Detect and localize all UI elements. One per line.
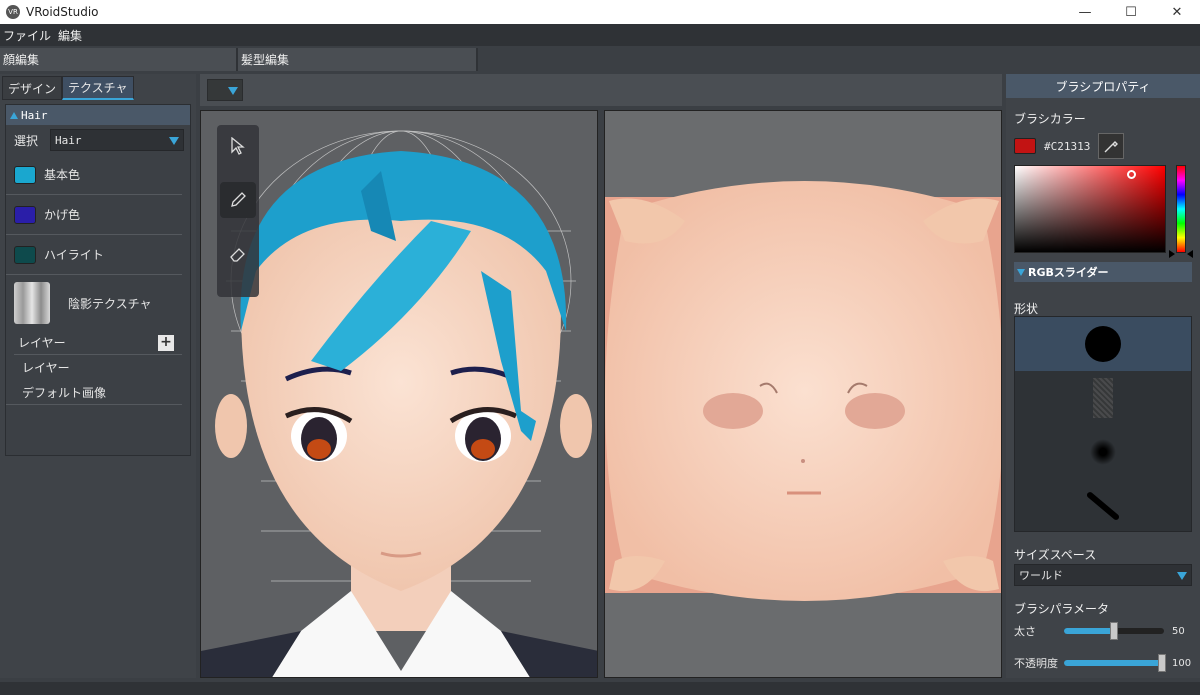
thickness-param-row: 太さ 50 [1014,622,1194,640]
highlight-color-label: ハイライト [44,248,104,262]
status-bar [0,682,1200,695]
thickness-label: 太さ [1014,625,1036,638]
hue-marker-right [1187,250,1193,258]
brush-properties-header: ブラシプロパティ [1006,74,1200,98]
base-color-swatch[interactable] [14,165,36,184]
soft-brush-icon [1090,439,1116,465]
layers-header: レイヤー + [14,331,182,355]
select-row: 選択 Hair [6,125,190,155]
shadow-texture-label: 陰影テクスチャ [68,296,152,311]
title-bar: VR VRoidStudio — ☐ ✕ [0,0,1200,24]
add-layer-button[interactable]: + [158,334,174,351]
thickness-slider-handle[interactable] [1110,622,1118,640]
minimize-icon[interactable]: — [1062,0,1108,24]
left-panel: デザイン テクスチャ Hair 選択 Hair 基本色 かげ色 ハイライト 陰影… [0,74,196,678]
size-space-label: サイズスペース [1014,548,1097,562]
layers-label: レイヤー [18,336,66,350]
line-brush-icon [1085,490,1121,522]
shadow-color-row[interactable]: かげ色 [6,195,182,235]
opacity-value: 100 [1172,657,1192,669]
sub-tabs: デザイン テクスチャ [2,76,196,100]
3d-viewport[interactable] [200,110,598,678]
rgb-slider-label: RGBスライダー [1028,266,1109,279]
menu-bar: ファイル 編集 [0,24,1200,46]
noise-brush-icon [1093,378,1113,418]
material-select-value: Hair [55,133,82,147]
layer-item-default-image[interactable]: デフォルト画像 [6,380,182,405]
eraser-icon[interactable] [220,236,256,272]
brush-color-row: #C21313 [1006,133,1200,159]
hair-header-label: Hair [21,108,48,122]
uv-texture-canvas[interactable] [605,111,1002,678]
opacity-slider[interactable] [1064,654,1166,672]
hue-marker-left [1169,250,1175,258]
layer-item[interactable]: レイヤー [6,355,190,380]
shadow-color-swatch[interactable] [14,205,36,224]
chevron-down-icon [1177,572,1187,580]
tab-design[interactable]: デザイン [2,76,63,100]
saturation-value-picker[interactable] [1014,165,1166,253]
shape-label: 形状 [1014,302,1039,316]
window-title: VRoidStudio [26,5,99,19]
select-icon[interactable] [220,128,256,164]
brush-color-hex[interactable]: #C21313 [1044,140,1090,153]
window-controls: — ☐ ✕ [1062,0,1200,24]
brush-shape-line[interactable] [1015,479,1191,533]
viewport-toolbar [200,74,1002,106]
size-space-value: ワールド [1019,569,1063,582]
color-picker-cursor[interactable] [1127,170,1136,179]
base-color-row[interactable]: 基本色 [6,155,182,195]
chevron-down-icon [228,87,238,95]
texture-view[interactable] [604,110,1002,678]
menu-file[interactable]: ファイル [0,27,55,44]
shadow-color-label: かげ色 [44,208,81,222]
thickness-slider[interactable] [1064,622,1164,640]
brush-shape-soft[interactable] [1015,425,1191,479]
material-select[interactable]: Hair [50,129,184,151]
thickness-slider-fill [1064,628,1114,634]
hair-section-header[interactable]: Hair [6,105,190,125]
thickness-value: 50 [1172,625,1185,637]
shadow-texture-thumbnail[interactable] [14,282,50,324]
opacity-slider-fill [1064,660,1164,666]
opacity-param-row: 不透明度 100 [1014,654,1194,672]
pen-icon[interactable] [220,182,256,218]
hue-slider[interactable] [1176,165,1186,253]
opacity-label: 不透明度 [1014,657,1058,670]
tab-face-edit[interactable]: 顔編集 [0,48,238,71]
brush-color-label: ブラシカラー [1014,112,1086,126]
tool-palette [217,125,259,297]
collapse-icon [10,111,18,119]
brush-shape-noise[interactable] [1015,371,1191,425]
brush-params-label: ブラシパラメータ [1014,602,1110,616]
opacity-slider-handle[interactable] [1158,654,1166,672]
app-logo-icon: VR [6,5,20,19]
maximize-icon[interactable]: ☐ [1108,0,1154,24]
brush-properties-panel: ブラシプロパティ ブラシカラー #C21313 RGBスライダー 形状 サイズス… [1006,74,1200,678]
rgb-slider-toggle[interactable]: RGBスライダー [1014,262,1192,282]
view-dropdown[interactable] [207,79,243,101]
select-label: 選択 [14,133,39,148]
edit-mode-tabs: 顔編集 髪型編集 [0,48,478,71]
brush-shape-hard-round[interactable] [1015,317,1191,371]
eyedropper-icon[interactable] [1098,133,1125,159]
highlight-color-row[interactable]: ハイライト [6,235,182,275]
hair-texture-panel: Hair 選択 Hair 基本色 かげ色 ハイライト 陰影テクスチャ レイヤー [5,104,191,456]
brush-color-swatch[interactable] [1014,138,1036,154]
base-color-label: 基本色 [44,168,81,182]
avatar-3d-view[interactable] [201,111,598,678]
chevron-down-icon [169,137,179,145]
brush-shape-list [1014,316,1192,532]
highlight-color-swatch[interactable] [14,245,36,264]
tab-texture[interactable]: テクスチャ [62,76,134,100]
tab-hair-edit[interactable]: 髪型編集 [238,48,478,71]
size-space-select[interactable]: ワールド [1014,564,1192,586]
chevron-down-icon [1017,268,1025,276]
shadow-texture-row[interactable]: 陰影テクスチャ [6,279,190,327]
menu-edit[interactable]: 編集 [55,27,86,44]
close-icon[interactable]: ✕ [1154,0,1200,24]
hard-brush-icon [1085,326,1121,362]
